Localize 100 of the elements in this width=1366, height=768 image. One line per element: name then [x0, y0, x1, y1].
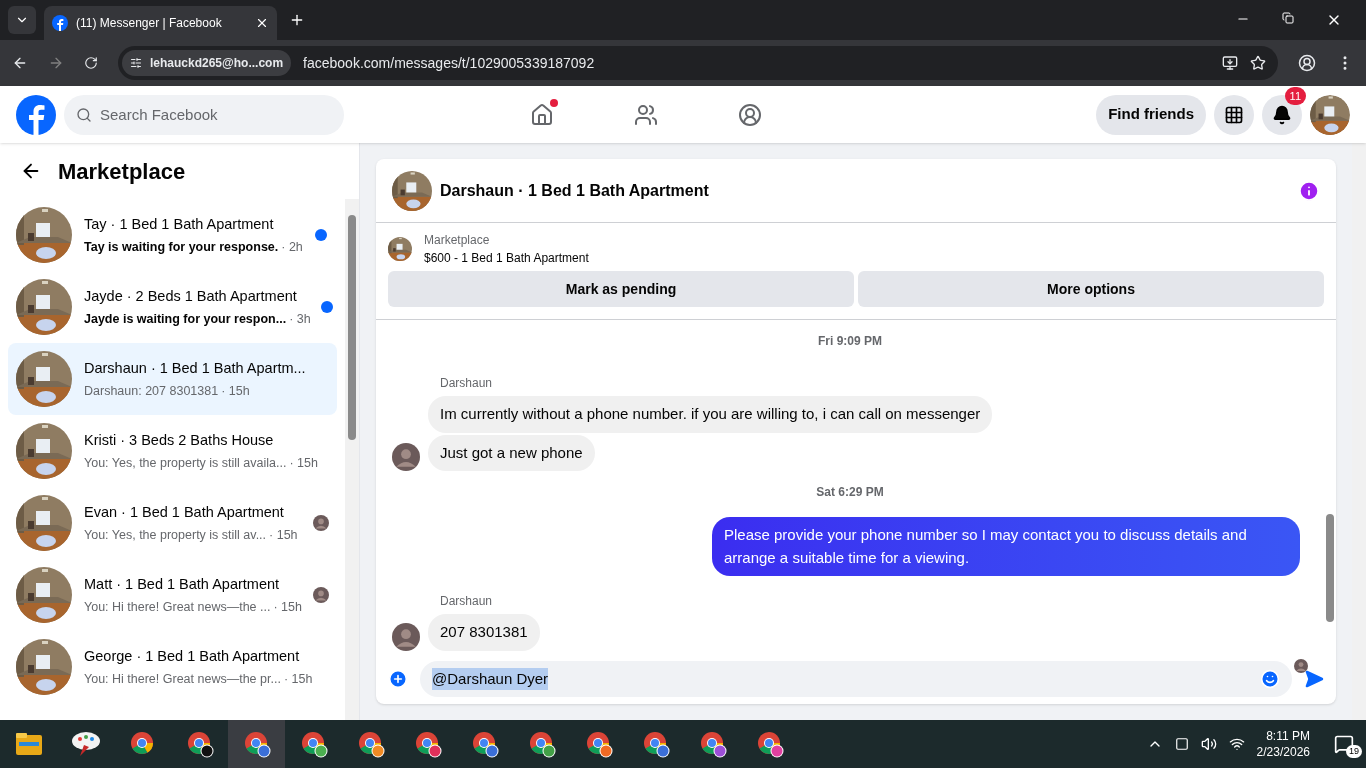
chrome-icon[interactable] [584, 730, 613, 758]
send-icon[interactable] [1304, 669, 1324, 689]
outgoing-message: Please provide your phone number so I may contact you to discuss details and arrange a suitable time for a viewing. [712, 517, 1300, 576]
conversation-item[interactable]: Jayde · 2 Beds 1 Bath Apartment Jayde is waiting for your respon... · 3h [8, 271, 337, 343]
chrome-icon[interactable] [185, 730, 214, 758]
seen-avatar [313, 587, 329, 603]
restore-icon[interactable] [1282, 12, 1294, 24]
conversation-preview: You: Hi there! Great news—the pr... [84, 670, 281, 688]
scrollbar-thumb[interactable] [348, 215, 356, 440]
chrome-icon[interactable] [470, 730, 499, 758]
facebook-logo-icon [52, 15, 68, 31]
profile-chip-text: lehauckd265@ho...com [150, 55, 284, 72]
sender-name: Darshaun [440, 376, 493, 390]
conversation-time: · 15h [283, 670, 313, 688]
profile-icon[interactable] [1298, 54, 1316, 72]
address-bar[interactable]: lehauckd265@ho...com facebook.com/messages/t/1029005339187092 [118, 46, 1278, 80]
search-field[interactable]: Search Facebook [64, 94, 344, 135]
bell-icon [1272, 104, 1292, 125]
chrome-icon[interactable] [242, 730, 271, 758]
message-field[interactable]: @Darshaun Dyer [420, 661, 1292, 697]
wifi-icon[interactable] [1228, 736, 1245, 752]
site-info-chip[interactable]: lehauckd265@ho...com [122, 50, 292, 76]
friends-icon[interactable] [634, 102, 658, 127]
listing-action-button[interactable]: More options [858, 271, 1324, 307]
folder-icon[interactable] [15, 733, 42, 755]
conversation-title: Jayde · 2 Beds 1 Bath Apartment [84, 286, 297, 306]
emoji-icon[interactable] [1260, 669, 1280, 689]
conversation-item[interactable]: Kristi · 3 Beds 2 Baths House You: Yes, the property is still availa... · 15h [8, 415, 337, 487]
conversation-preview: Jayde is waiting for your respon... [84, 310, 287, 328]
conversation-title: Darshaun · 1 Bed 1 Bath Apartm... [84, 358, 306, 378]
chrome-icon[interactable] [413, 730, 442, 758]
info-icon[interactable] [1298, 179, 1320, 202]
listing-source: Marketplace [424, 232, 491, 249]
message-timestamp: Sat 6:29 PM [816, 484, 884, 501]
conversation-title: Matt · 1 Bed 1 Bath Apartment [84, 574, 280, 594]
reload-icon[interactable] [84, 56, 98, 70]
notification-badge: 11 [1284, 86, 1306, 105]
find-friends-button[interactable]: Find friends [1096, 94, 1206, 135]
volume-icon[interactable] [1200, 736, 1217, 752]
sender-avatar [392, 622, 420, 651]
close-icon[interactable] [255, 16, 269, 30]
conversation-item[interactable]: Evan · 1 Bed 1 Bath Apartment You: Yes, the property is still av... · 15h [8, 487, 337, 559]
conversation-preview: Darshaun: 207 8301381 [84, 382, 219, 400]
bookmark-star-icon[interactable] [1250, 55, 1266, 71]
listing-title: $600 - 1 Bed 1 Bath Apartment [424, 250, 589, 267]
browser-tab[interactable]: (11) Messenger | Facebook [44, 6, 277, 40]
conversation-preview: Tay is waiting for your response. [84, 238, 279, 256]
sender-name: Darshaun [440, 594, 493, 608]
message-field-text: @Darshaun Dyer [432, 667, 549, 691]
conversation-item[interactable]: George · 1 Bed 1 Bath Apartment You: Hi there! Great news—the pr... · 15h [8, 631, 337, 703]
conversation-title: Kristi · 3 Beds 2 Baths House [84, 430, 274, 450]
conversation-item[interactable]: Darshaun · 1 Bed 1 Bath Apartm... Darshaun: 207 8301381 · 15h [8, 343, 337, 415]
notifications-button[interactable] [1262, 94, 1302, 135]
seen-avatar [313, 515, 329, 531]
conversation-item[interactable]: Tay · 1 Bed 1 Bath Apartment Tay is waiting for your response. · 2h [8, 199, 337, 271]
sender-avatar [392, 443, 420, 471]
add-icon[interactable] [388, 669, 408, 689]
conversation-time: · 3h [289, 310, 311, 328]
conversation-item[interactable]: Matt · 1 Bed 1 Bath Apartment You: Hi there! Great news—the ... · 15h [8, 559, 337, 631]
incoming-message: Im currently without a phone number. if you are willing to, i can call on messenger [428, 396, 993, 433]
listing-action-button[interactable]: Mark as pending [388, 271, 854, 307]
back-icon[interactable] [12, 55, 28, 71]
forward-icon[interactable] [48, 55, 64, 71]
conversation-time: · 15h [289, 454, 318, 472]
read-receipt-avatar [1294, 658, 1308, 673]
install-app-icon[interactable] [1222, 55, 1238, 71]
groups-icon[interactable] [738, 102, 762, 127]
conversation-time: · 15h [273, 598, 302, 616]
search-icon [76, 106, 92, 123]
chrome-icon[interactable] [698, 730, 727, 758]
chrome-icon[interactable] [755, 730, 784, 758]
conversation-time: · 2h [281, 238, 303, 256]
clock-time: 8:11 PM [1266, 728, 1310, 744]
url-text: facebook.com/messages/t/1029005339187092 [303, 53, 595, 73]
conversation-time: · 15h [269, 526, 298, 544]
sidebar-title: Marketplace [58, 157, 186, 186]
menu-button[interactable] [1214, 94, 1254, 135]
chat-scrollbar-thumb[interactable] [1326, 514, 1334, 622]
conversation-preview: You: Yes, the property is still availa... [84, 454, 287, 472]
chrome-icon[interactable] [527, 730, 556, 758]
conversation-title: George · 1 Bed 1 Bath Apartment [84, 646, 300, 666]
sidebar-scrollbar[interactable] [345, 199, 359, 720]
message-timestamp: Fri 9:09 PM [818, 333, 882, 350]
conversation-title: Tay · 1 Bed 1 Bath Apartment [84, 214, 274, 234]
tab-title: (11) Messenger | Facebook [76, 15, 223, 32]
facebook-logo-icon[interactable] [16, 94, 56, 135]
conversation-preview: You: Yes, the property is still av... [84, 526, 267, 544]
clock-date: 2/23/2026 [1256, 744, 1310, 760]
chrome-icon[interactable] [641, 730, 670, 758]
notification-count: 19 [1346, 745, 1362, 758]
site-settings-icon [130, 57, 142, 69]
chrome-icon[interactable] [356, 730, 385, 758]
home-icon[interactable] [530, 102, 554, 127]
new-tab-icon[interactable] [289, 12, 305, 28]
chat-title: Darshaun · 1 Bed 1 Bath Apartment [440, 180, 710, 201]
conversation-preview: You: Hi there! Great news—the ... [84, 598, 271, 616]
chrome-icon[interactable] [299, 730, 328, 758]
tab-list-button[interactable] [8, 6, 36, 34]
menu-grid-icon [1224, 104, 1244, 125]
paint-icon[interactable] [70, 731, 101, 757]
